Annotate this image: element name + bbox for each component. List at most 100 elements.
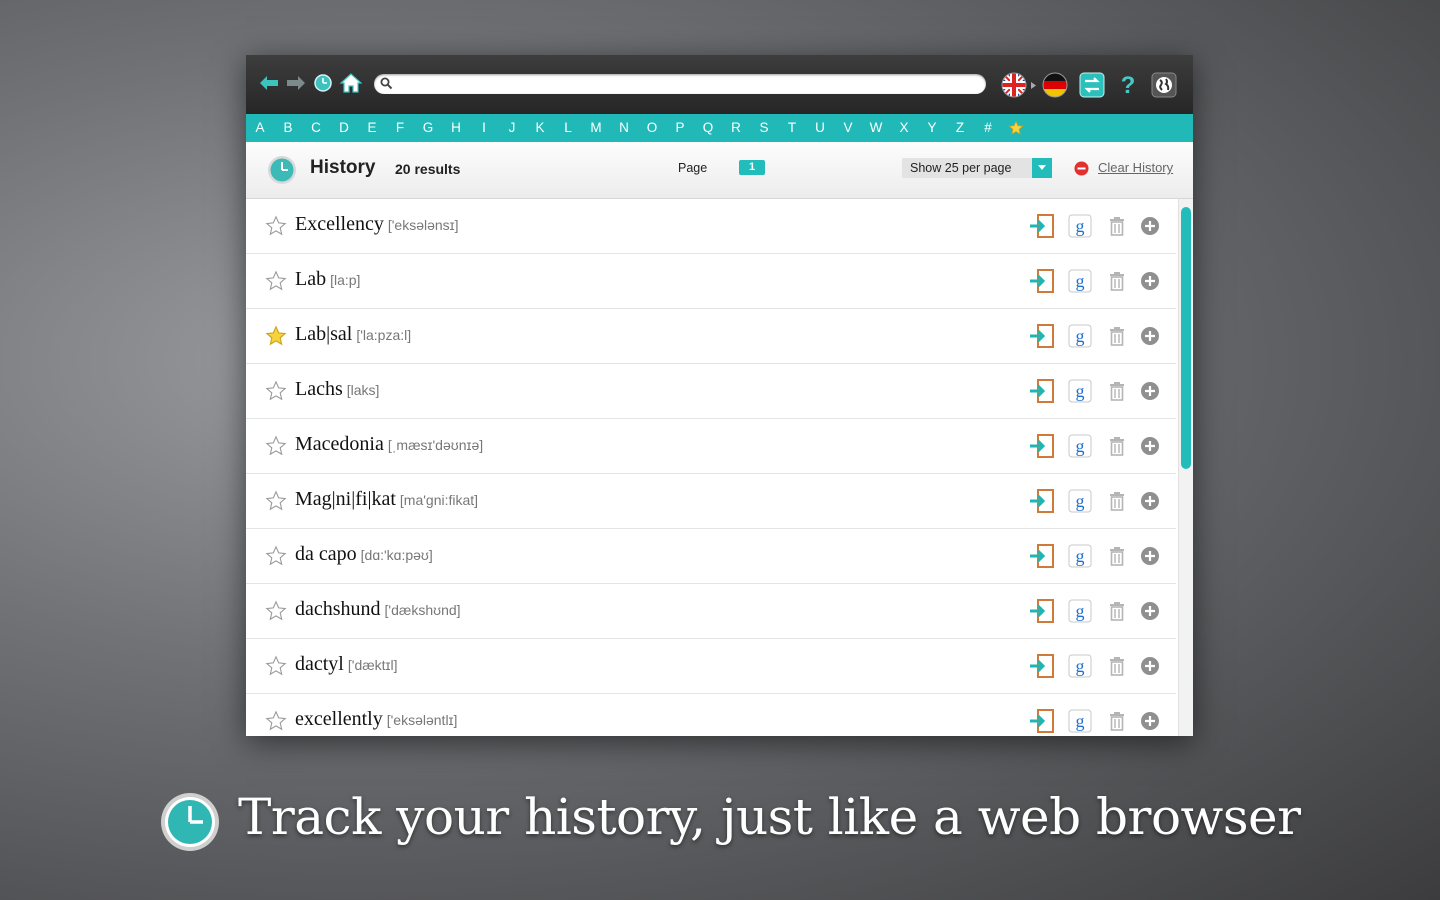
letter-k[interactable]: K [526, 114, 554, 142]
delete-button[interactable] [1104, 323, 1130, 349]
favorite-star-icon[interactable] [265, 710, 287, 732]
scrollbar-thumb[interactable] [1181, 207, 1191, 469]
google-search-button[interactable]: g [1067, 543, 1093, 569]
google-search-button[interactable]: g [1067, 433, 1093, 459]
page-number-button[interactable]: 1 [739, 160, 765, 175]
help-button[interactable]: ? [1114, 71, 1142, 99]
letter-a[interactable]: A [246, 114, 274, 142]
history-button[interactable] [312, 72, 334, 94]
open-entry-button[interactable] [1029, 598, 1055, 624]
delete-button[interactable] [1104, 268, 1130, 294]
entry-word[interactable]: Macedonia [ˌmæsɪ'dəʊnɪə] [295, 433, 483, 456]
headword[interactable]: dachshund [295, 598, 381, 620]
home-button[interactable] [340, 72, 362, 94]
open-entry-button[interactable] [1029, 708, 1055, 734]
headword[interactable]: Lachs [295, 378, 343, 400]
letter-hash[interactable]: # [974, 114, 1002, 142]
add-button[interactable] [1137, 323, 1163, 349]
swap-languages-button[interactable] [1078, 71, 1106, 99]
search-input[interactable] [398, 76, 982, 94]
source-language-button[interactable] [1000, 71, 1028, 99]
favorite-star-icon[interactable] [265, 545, 287, 567]
entry-word[interactable]: excellently ['eksələntlɪ] [295, 708, 457, 731]
letter-f[interactable]: F [386, 114, 414, 142]
letter-e[interactable]: E [358, 114, 386, 142]
letter-q[interactable]: Q [694, 114, 722, 142]
add-button[interactable] [1137, 543, 1163, 569]
forward-button[interactable] [285, 72, 307, 94]
list-item[interactable]: excellently ['eksələntlɪ] g [246, 694, 1176, 736]
delete-button[interactable] [1104, 653, 1130, 679]
scrollbar[interactable] [1178, 199, 1193, 736]
per-page-select[interactable]: Show 25 per page [902, 158, 1052, 178]
letter-g[interactable]: G [414, 114, 442, 142]
open-entry-button[interactable] [1029, 653, 1055, 679]
letter-m[interactable]: M [582, 114, 610, 142]
delete-button[interactable] [1104, 543, 1130, 569]
headword[interactable]: da capo [295, 543, 357, 565]
add-button[interactable] [1137, 268, 1163, 294]
letter-b[interactable]: B [274, 114, 302, 142]
list-item[interactable]: Lab [la:p] g [246, 254, 1176, 309]
letter-y[interactable]: Y [918, 114, 946, 142]
google-search-button[interactable]: g [1067, 653, 1093, 679]
letter-l[interactable]: L [554, 114, 582, 142]
letter-u[interactable]: U [806, 114, 834, 142]
open-entry-button[interactable] [1029, 378, 1055, 404]
list-item[interactable]: dachshund ['dækshʊnd] g [246, 584, 1176, 639]
add-button[interactable] [1137, 708, 1163, 734]
add-button[interactable] [1137, 433, 1163, 459]
google-search-button[interactable]: g [1067, 268, 1093, 294]
headword[interactable]: Excellency [295, 213, 384, 235]
target-language-button[interactable] [1041, 71, 1069, 99]
favorite-star-icon[interactable] [265, 600, 287, 622]
open-entry-button[interactable] [1029, 543, 1055, 569]
list-item[interactable]: Mag|ni|fi|kat [ma'gni:fikat] g [246, 474, 1176, 529]
letter-x[interactable]: X [890, 114, 918, 142]
entry-word[interactable]: Mag|ni|fi|kat [ma'gni:fikat] [295, 488, 478, 511]
clear-history-link[interactable]: Clear History [1098, 160, 1173, 175]
delete-button[interactable] [1104, 708, 1130, 734]
open-entry-button[interactable] [1029, 323, 1055, 349]
list-item[interactable]: Lab|sal ['la:pza:l] g [246, 309, 1176, 364]
add-button[interactable] [1137, 653, 1163, 679]
favorite-star-icon[interactable] [265, 325, 287, 347]
entry-word[interactable]: dachshund ['dækshʊnd] [295, 598, 461, 621]
list-item[interactable]: Excellency ['eksələnsɪ] g [246, 199, 1176, 254]
open-entry-button[interactable] [1029, 213, 1055, 239]
letter-h[interactable]: H [442, 114, 470, 142]
list-item[interactable]: Macedonia [ˌmæsɪ'dəʊnɪə] g [246, 419, 1176, 474]
letter-v[interactable]: V [834, 114, 862, 142]
headword[interactable]: excellently [295, 708, 383, 730]
delete-button[interactable] [1104, 213, 1130, 239]
entry-word[interactable]: da capo [dɑ:'kɑ:pəʊ] [295, 543, 433, 566]
entry-word[interactable]: Lab [la:p] [295, 268, 360, 291]
delete-button[interactable] [1104, 378, 1130, 404]
add-button[interactable] [1137, 378, 1163, 404]
favorite-star-icon[interactable] [265, 380, 287, 402]
letter-n[interactable]: N [610, 114, 638, 142]
google-search-button[interactable]: g [1067, 213, 1093, 239]
entry-word[interactable]: Lab|sal ['la:pza:l] [295, 323, 411, 346]
headword[interactable]: Macedonia [295, 433, 384, 455]
favorite-star-icon[interactable] [265, 270, 287, 292]
delete-button[interactable] [1104, 488, 1130, 514]
google-search-button[interactable]: g [1067, 323, 1093, 349]
google-search-button[interactable]: g [1067, 488, 1093, 514]
letter-t[interactable]: T [778, 114, 806, 142]
open-entry-button[interactable] [1029, 488, 1055, 514]
entry-word[interactable]: Lachs [laks] [295, 378, 379, 401]
headword[interactable]: dactyl [295, 653, 344, 675]
letter-i[interactable]: I [470, 114, 498, 142]
open-entry-button[interactable] [1029, 433, 1055, 459]
letter-o[interactable]: O [638, 114, 666, 142]
delete-button[interactable] [1104, 433, 1130, 459]
letter-c[interactable]: C [302, 114, 330, 142]
google-search-button[interactable]: g [1067, 378, 1093, 404]
entry-word[interactable]: dactyl ['dæktɪl] [295, 653, 398, 676]
letter-d[interactable]: D [330, 114, 358, 142]
letter-s[interactable]: S [750, 114, 778, 142]
favorite-star-icon[interactable] [265, 655, 287, 677]
letter-p[interactable]: P [666, 114, 694, 142]
favorite-star-icon[interactable] [265, 215, 287, 237]
